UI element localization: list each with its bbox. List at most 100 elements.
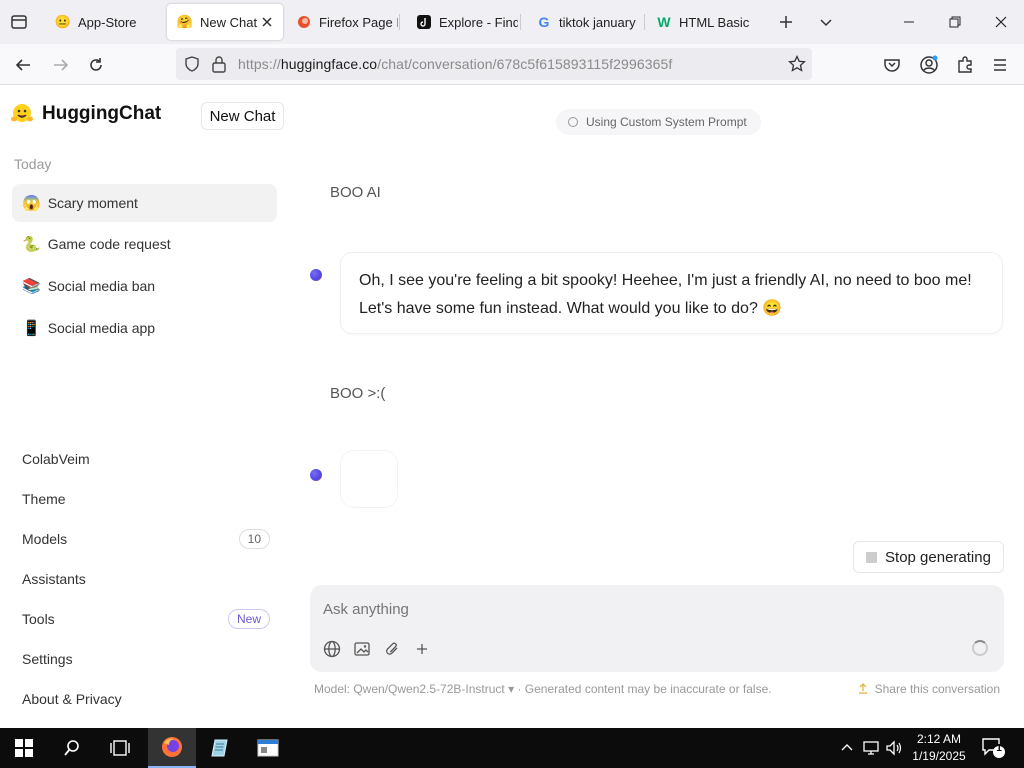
more-tools-button[interactable] [411,638,433,660]
conversation-item-social-media-app[interactable]: 📱 Social media app [12,309,277,347]
conversation-item-game-code[interactable]: 🐍 Game code request [12,225,277,263]
reload-icon [90,58,102,71]
notepad-icon [211,739,228,757]
system-prompt-pill[interactable]: Using Custom System Prompt [556,109,761,135]
app-window-icon [257,739,279,757]
menu-button[interactable] [989,54,1011,76]
settings-link[interactable]: Settings [22,651,73,667]
web-search-button[interactable] [321,638,343,660]
theme-link[interactable]: Theme [22,491,66,507]
about-privacy-link[interactable]: About & Privacy [22,691,122,707]
windows-taskbar: 2:12 AM 1/19/2025 1 [0,728,1024,768]
shield-icon[interactable] [183,55,201,73]
tab-title: New Chat [200,14,258,30]
network-button[interactable] [861,738,881,758]
tab-list-icon[interactable] [10,13,28,31]
address-bar[interactable]: https://huggingface.co/chat/conversation… [176,48,812,80]
attach-file-button[interactable] [381,638,403,660]
w3schools-icon: W [657,14,671,30]
app-logo[interactable]: HuggingChat [10,103,161,125]
notification-count: 1 [996,743,1002,754]
reload-button[interactable] [85,54,107,76]
close-tab-icon[interactable] [259,14,275,30]
smile-emoji-icon: 😐 [54,14,72,29]
extensions-button[interactable] [954,54,976,76]
tab-divider [399,14,400,30]
tab-overflow-button[interactable] [816,12,836,32]
minimize-button[interactable] [886,8,932,36]
image-icon [354,642,370,656]
network-icon [863,741,879,755]
conversation-item-social-media-ban[interactable]: 📚 Social media ban [12,267,277,305]
assistant-message-line: Let's have some fun instead. What would … [359,300,783,317]
star-icon[interactable] [788,55,806,73]
tab-app-store[interactable]: 😐 App-Store [45,4,165,40]
start-button[interactable] [0,728,48,768]
model-note[interactable]: Model: Qwen/Qwen2.5-72B-Instruct ▾ · Gen… [314,682,772,696]
assistant-loading-bubble [340,450,398,508]
clock-time: 2:12 AM [916,732,962,746]
stop-generating-button[interactable]: Stop generating [853,541,1004,573]
plus-icon [780,16,792,28]
user-account-link[interactable]: ColabVeim [22,451,90,467]
volume-button[interactable] [884,738,904,758]
action-center-button[interactable]: 1 [980,736,1006,760]
firefox-icon [162,737,182,757]
arrow-left-icon [15,59,30,71]
account-icon [920,55,938,74]
globe-icon [323,640,341,658]
tab-explore[interactable]: Explore - Find [406,4,518,40]
assistant-message-line: Oh, I see you're feeling a bit spooky! H… [359,272,972,289]
share-icon [858,683,867,694]
paperclip-icon [386,642,398,655]
plus-icon [417,644,427,654]
conversation-emoji: 😱 [22,195,41,212]
conversation-emoji: 📚 [22,278,41,295]
hugging-face-icon [11,104,33,122]
back-button[interactable] [12,54,34,76]
share-conversation-link[interactable]: Share this conversation [857,682,1000,696]
speaker-icon [886,740,902,756]
chat-area: Using Custom System Prompt BOO AI Oh, I … [290,85,1024,728]
image-generation-button[interactable] [351,638,373,660]
forward-button[interactable] [50,54,72,76]
show-hidden-icons-button[interactable] [837,738,857,758]
section-label-today: Today [14,156,52,172]
stop-label: Stop generating [885,548,991,566]
tab-html-basic[interactable]: W HTML Basic [646,4,758,40]
restore-icon [949,16,961,28]
tools-link[interactable]: Tools [22,611,55,627]
close-window-button[interactable] [978,8,1024,36]
new-tab-button[interactable] [776,12,796,32]
pocket-icon [884,59,900,72]
google-icon: G [538,14,550,30]
search-button[interactable] [48,728,96,768]
pocket-button[interactable] [881,54,903,76]
tab-new-chat[interactable]: 🤗 New Chat [167,4,283,40]
models-link[interactable]: Models [22,531,67,547]
assistant-message: Oh, I see you're feeling a bit spooky! H… [340,252,1003,334]
conversation-title: Game code request [47,236,171,252]
tab-firefox-page[interactable]: Firefox Page In [286,4,398,40]
restore-button[interactable] [932,8,978,36]
lock-icon[interactable] [211,55,227,73]
tab-divider [644,14,645,30]
tools-new-badge: New [227,609,270,629]
firefox-taskbar-button[interactable] [148,728,196,768]
url-text[interactable]: https://huggingface.co/chat/conversation… [238,56,672,72]
conversation-emoji: 📱 [22,320,41,337]
task-view-button[interactable] [96,728,144,768]
system-clock[interactable]: 2:12 AM 1/19/2025 [906,731,972,765]
new-chat-button[interactable]: New Chat [201,102,284,130]
conversation-item-scary-moment[interactable]: 😱 Scary moment [12,184,277,222]
chevron-up-icon [841,744,853,751]
firefox-page-icon [296,14,312,30]
assistants-link[interactable]: Assistants [22,571,86,587]
windows-logo-icon [15,739,33,757]
tab-tiktok-january[interactable]: G tiktok january [526,4,642,40]
notepad-taskbar-button[interactable] [196,728,244,768]
tiktok-icon [416,14,432,30]
account-button[interactable] [918,54,940,76]
chat-input[interactable] [323,601,923,618]
window-app-taskbar-button[interactable] [244,728,292,768]
